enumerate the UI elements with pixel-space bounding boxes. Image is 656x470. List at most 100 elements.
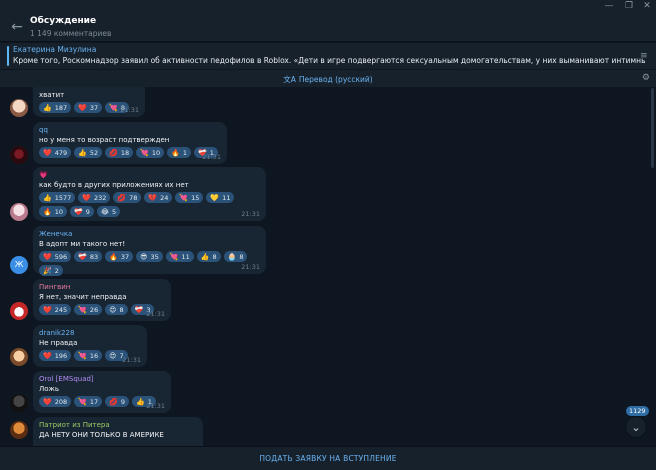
reaction-count: 10 bbox=[151, 148, 161, 157]
reaction-pill[interactable]: 💘 17 bbox=[74, 396, 103, 407]
reaction-pill[interactable]: ❤️ 479 bbox=[39, 147, 72, 158]
message-author[interactable]: Женечка bbox=[39, 229, 260, 239]
reaction-pill[interactable]: 💘 16 bbox=[74, 350, 103, 361]
reaction-emoji: 💋 bbox=[109, 397, 118, 406]
reaction-pill[interactable]: ❤️‍🩹 83 bbox=[74, 251, 103, 262]
reaction-count: 11 bbox=[181, 252, 190, 261]
reaction-pill[interactable]: 👍 1577 bbox=[39, 192, 76, 203]
reaction-count: 196 bbox=[54, 351, 68, 360]
translation-settings-icon[interactable]: ⚙ bbox=[642, 73, 650, 83]
reaction-emoji: ❤️‍🩹 bbox=[134, 305, 144, 314]
reaction-count: 26 bbox=[89, 305, 99, 314]
message-bubble[interactable]: qq но у меня то возраст подтвержден ❤️ 47… bbox=[33, 122, 227, 164]
reaction-pill[interactable]: 🧁 8 bbox=[223, 251, 248, 262]
message-author[interactable]: Патриот из Питера bbox=[39, 420, 197, 430]
reaction-count: 10 bbox=[54, 207, 63, 216]
message-time: 21:31 bbox=[241, 263, 260, 271]
reaction-pill[interactable]: 👍 187 bbox=[39, 102, 72, 113]
reaction-emoji: ❤️ bbox=[78, 103, 87, 112]
reaction-pill[interactable]: 🔥 37 bbox=[105, 251, 134, 262]
reaction-pill[interactable]: 🔥 1 bbox=[167, 147, 191, 158]
join-request-button[interactable]: ПОДАТЬ ЗАЯВКУ НА ВСТУПЛЕНИЕ bbox=[0, 454, 656, 463]
reaction-pill[interactable]: 🔥 10 bbox=[39, 206, 67, 217]
reaction-pill[interactable]: ❤️ 245 bbox=[39, 304, 72, 315]
message-time: 21:31 bbox=[146, 402, 165, 410]
message-time: 21:31 bbox=[122, 356, 141, 364]
avatar[interactable] bbox=[10, 421, 28, 439]
avatar[interactable] bbox=[10, 99, 28, 117]
scroll-down-button[interactable]: ⌄ bbox=[625, 416, 647, 438]
reaction-emoji: 😍 bbox=[109, 351, 117, 360]
reaction-emoji: 💘 bbox=[78, 305, 87, 314]
message-text: Ложь bbox=[39, 385, 59, 393]
reaction-pill[interactable]: 🎉 2 bbox=[39, 265, 63, 276]
reaction-count: 18 bbox=[120, 148, 130, 157]
reaction-count: 208 bbox=[54, 397, 68, 406]
reaction-pill[interactable]: ❤️ 596 bbox=[39, 251, 72, 262]
minimize-icon[interactable]: — bbox=[598, 0, 620, 12]
reaction-pill[interactable]: 👍 8 bbox=[196, 251, 221, 262]
pinned-message[interactable]: Екатерина Мизулина Кроме того, Роскомнад… bbox=[0, 43, 656, 69]
reaction-emoji: 👍 bbox=[200, 252, 210, 261]
reaction-pill[interactable]: 💘 11 bbox=[165, 251, 194, 262]
reaction-pill[interactable]: 💋 9 bbox=[105, 396, 129, 407]
avatar[interactable]: Ж bbox=[10, 256, 28, 274]
message-bubble[interactable]: dranik228 Не правда ❤️ 196 💘 16 😍 7 21:31 bbox=[33, 325, 147, 367]
translation-label[interactable]: 文A Перевод (русский) bbox=[0, 74, 656, 85]
avatar[interactable] bbox=[10, 394, 28, 412]
message-bubble[interactable]: Orol [EMSquad] Ложь ❤️ 208 💘 17 💋 9 👍 1 21:31 bbox=[33, 371, 171, 413]
message-bubble[interactable]: Пингвин Я нет, значит неправда ❤️ 245 💘 26 😍… bbox=[33, 279, 171, 321]
message-bubble[interactable]: 💗 как будто в других приложениях их нет … bbox=[33, 167, 266, 221]
message-text: но у меня то возраст подтвержден bbox=[39, 136, 170, 144]
unread-count-badge: 1129 bbox=[626, 406, 649, 416]
translation-bar[interactable]: 文A Перевод (русский) ⚙ bbox=[0, 69, 656, 87]
reaction-pill[interactable]: ❤️ 208 bbox=[39, 396, 72, 407]
message-bubble[interactable]: хватит 👍 187 ❤️ 37 💘 8 21:31 bbox=[33, 87, 145, 117]
chat-header: ← Обсуждение 1 149 комментариев bbox=[0, 12, 656, 42]
reaction-count: 2 bbox=[54, 266, 59, 275]
message-bubble[interactable]: Патриот из Питера ДА НЕТУ ОНИ ТОЛЬКО В А… bbox=[33, 417, 203, 446]
reaction-pill[interactable]: 💛 11 bbox=[206, 192, 235, 203]
reaction-pill[interactable]: 😍 8 bbox=[105, 304, 128, 315]
message-author[interactable]: qq bbox=[39, 125, 221, 135]
message-author[interactable]: Пингвин bbox=[39, 282, 165, 292]
reaction-pill[interactable]: 💋 78 bbox=[113, 192, 142, 203]
reaction-pill[interactable]: 😂 5 bbox=[96, 206, 121, 217]
reaction-count: 479 bbox=[54, 148, 68, 157]
reaction-emoji: ❤️ bbox=[43, 351, 52, 360]
reaction-pill[interactable]: 💘 15 bbox=[175, 192, 204, 203]
reaction-emoji: 💋 bbox=[109, 148, 118, 157]
reaction-emoji: ❤️ bbox=[43, 252, 52, 261]
message-feed[interactable]: хватит 👍 187 ❤️ 37 💘 8 21:31 qq но у меня то … bbox=[0, 87, 656, 446]
reaction-pill[interactable]: 😎 35 bbox=[136, 251, 163, 262]
reaction-pill[interactable]: ❤️‍🩹 9 bbox=[70, 206, 94, 217]
reaction-pill[interactable]: 💘 26 bbox=[74, 304, 103, 315]
reaction-pill[interactable]: ❤️ 196 bbox=[39, 350, 72, 361]
reactions: 👍 1577 ❤️ 232 💋 78 💔 24 💘 15 💛 11 🔥 10 ❤️‍🩹 9 😂 5 bbox=[39, 192, 239, 217]
reaction-emoji: 🎉 bbox=[43, 266, 52, 275]
reaction-count: 35 bbox=[150, 252, 159, 261]
reaction-emoji: 🔥 bbox=[109, 252, 118, 261]
feed-scrollbar[interactable] bbox=[651, 88, 654, 168]
pinned-indicator bbox=[7, 46, 9, 66]
reaction-emoji: 💔 bbox=[148, 193, 158, 202]
reaction-pill[interactable]: ❤️ 37 bbox=[74, 102, 103, 113]
back-arrow-icon[interactable]: ← bbox=[8, 18, 26, 36]
message-time: 21:31 bbox=[202, 153, 221, 161]
reaction-pill[interactable]: 💘 10 bbox=[136, 147, 165, 158]
message-bubble[interactable]: Женечка В адопт ми такого нет! ❤️ 596 ❤️‍🩹… bbox=[33, 226, 266, 276]
message-author[interactable]: dranik228 bbox=[39, 328, 141, 338]
reaction-pill[interactable]: 💋 18 bbox=[105, 147, 134, 158]
avatar[interactable] bbox=[10, 203, 28, 221]
reaction-pill[interactable]: 👍 52 bbox=[74, 147, 103, 158]
avatar[interactable] bbox=[10, 146, 28, 164]
reaction-pill[interactable]: 💔 24 bbox=[144, 192, 173, 203]
reaction-pill[interactable]: ❤️ 232 bbox=[78, 192, 111, 203]
pinned-list-icon[interactable]: ≡ bbox=[640, 51, 650, 61]
avatar[interactable] bbox=[10, 348, 28, 366]
close-icon[interactable]: ✕ bbox=[636, 0, 656, 12]
reaction-emoji: 👍 bbox=[43, 193, 52, 202]
avatar[interactable] bbox=[10, 302, 28, 320]
reaction-emoji: 😂 bbox=[100, 207, 110, 216]
message-author[interactable]: Orol [EMSquad] bbox=[39, 374, 165, 384]
